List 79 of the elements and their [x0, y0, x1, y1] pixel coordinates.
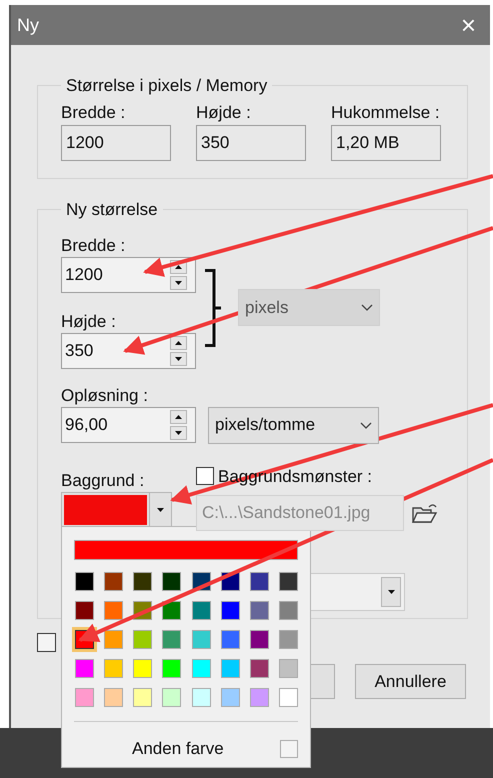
field-label: Bredde :: [61, 102, 126, 122]
other-color-label[interactable]: Anden farve: [132, 736, 224, 762]
spin-down-button[interactable]: [170, 352, 187, 366]
chevron-down-icon: [360, 422, 372, 428]
color-swatch[interactable]: [162, 659, 182, 678]
field-label: Bredde :: [61, 234, 126, 256]
color-swatch[interactable]: [133, 572, 152, 591]
readonly-field: 350: [196, 124, 306, 160]
color-swatch[interactable]: [220, 659, 240, 678]
spin-box[interactable]: 96,00: [61, 406, 196, 442]
spin-down-button[interactable]: [170, 426, 187, 440]
field-label: Hukommelse :: [331, 102, 441, 122]
color-swatch[interactable]: [278, 630, 298, 649]
down-triangle-icon: [175, 430, 182, 434]
color-swatch[interactable]: [162, 601, 182, 620]
color-swatch[interactable]: [133, 630, 152, 649]
color-swatch[interactable]: [278, 659, 298, 678]
color-swatch[interactable]: [220, 688, 240, 707]
color-swatch[interactable]: [104, 601, 124, 620]
color-swatch[interactable]: [104, 572, 124, 591]
field-label: Højde :: [61, 310, 117, 332]
color-swatch[interactable]: [192, 601, 210, 620]
group-title: Størrelse i pixels / Memory: [65, 75, 268, 97]
close-button[interactable]: ×: [452, 12, 484, 38]
color-swatch[interactable]: [250, 572, 269, 591]
readonly-field: 1200: [61, 124, 171, 160]
down-triangle-icon: [175, 356, 182, 360]
color-swatch[interactable]: [220, 601, 240, 620]
color-swatch[interactable]: [192, 659, 210, 678]
up-triangle-icon: [175, 414, 182, 418]
color-swatch[interactable]: [75, 572, 94, 591]
spin-up-button[interactable]: [170, 336, 187, 350]
color-swatch[interactable]: [192, 630, 210, 649]
dialog-button[interactable]: Annullere: [355, 664, 466, 699]
down-triangle-icon: [175, 280, 182, 284]
field-label: Baggrund :: [61, 470, 146, 492]
input-field[interactable]: 96,00: [62, 408, 162, 442]
window-title: Ny: [17, 14, 39, 37]
color-swatch[interactable]: [192, 688, 210, 707]
up-triangle-icon: [175, 340, 182, 344]
down-triangle-icon: [388, 590, 394, 594]
readonly-field: 1,20 MB: [331, 124, 441, 160]
up-triangle-icon: [175, 264, 182, 268]
field-label: Opløsning :: [61, 384, 149, 406]
color-swatch[interactable]: [250, 630, 269, 649]
checkbox[interactable]: [37, 633, 56, 652]
color-swatch[interactable]: [278, 688, 298, 707]
input-field[interactable]: 350: [62, 334, 162, 368]
color-swatch[interactable]: [75, 601, 94, 620]
field-label: Højde :: [196, 102, 252, 122]
color-swatch[interactable]: [104, 688, 124, 707]
spin-box[interactable]: 1200: [61, 256, 196, 292]
color-swatch[interactable]: [162, 572, 182, 591]
spin-down-button[interactable]: [170, 276, 187, 290]
color-swatch[interactable]: [162, 630, 182, 649]
group-title: Ny størrelse: [65, 199, 159, 221]
spin-box[interactable]: 350: [61, 332, 196, 368]
color-swatch[interactable]: [220, 630, 240, 649]
spin-up-button[interactable]: [170, 410, 187, 424]
color-picker-button[interactable]: [61, 492, 172, 528]
color-swatch[interactable]: [250, 659, 269, 678]
color-swatch[interactable]: [278, 601, 298, 620]
unit-dropdown[interactable]: pixels/tomme: [208, 406, 379, 444]
color-swatch[interactable]: [250, 601, 269, 620]
color-swatch[interactable]: [133, 688, 152, 707]
color-swatch[interactable]: [104, 630, 124, 649]
color-swatch[interactable]: [278, 572, 298, 591]
checkbox[interactable]: [280, 740, 298, 758]
color-swatch[interactable]: [75, 659, 94, 678]
folder-icon[interactable]: [412, 502, 438, 524]
color-swatch[interactable]: [75, 688, 94, 707]
input-field[interactable]: 1200: [62, 258, 162, 292]
color-swatch[interactable]: [104, 659, 124, 678]
chevron-down-icon: [361, 304, 373, 311]
color-swatch[interactable]: [133, 659, 152, 678]
color-swatch[interactable]: [250, 688, 269, 707]
down-triangle-icon: [157, 508, 164, 512]
color-swatch[interactable]: [162, 688, 182, 707]
link-bracket-icon: [205, 268, 223, 346]
